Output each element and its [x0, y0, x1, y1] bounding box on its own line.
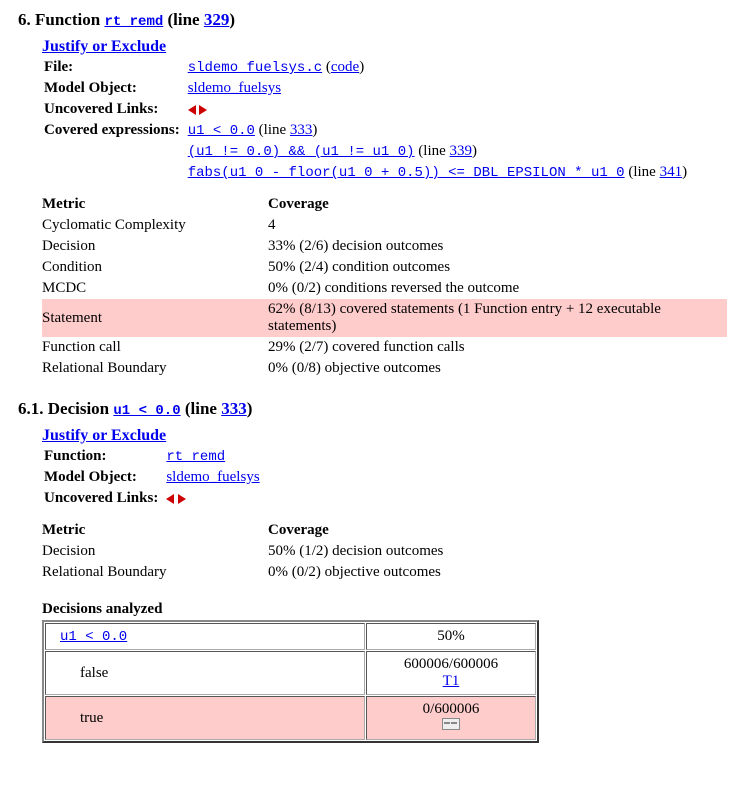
- file-label: File:: [44, 58, 186, 77]
- table-row: MCDC0% (0/2) conditions reversed the out…: [42, 278, 727, 299]
- section61-meta-table: Function: rt_remd Model Object: sldemo_f…: [42, 445, 268, 510]
- table-row: Function call29% (2/7) covered function …: [42, 337, 727, 358]
- dec-cond-link[interactable]: u1 < 0.0: [60, 629, 127, 645]
- section6-metric-table: Metric Coverage Cyclomatic Complexity4 D…: [42, 194, 727, 379]
- dec-false-label: false: [45, 651, 365, 695]
- table-row: Relational Boundary0% (0/2) objective ou…: [42, 562, 449, 583]
- next-arrow-icon[interactable]: [178, 490, 186, 506]
- expr1-link[interactable]: u1 < 0.0: [188, 123, 255, 139]
- prev-arrow-icon[interactable]: [188, 101, 196, 117]
- section6-meta-table: File: sldemo_fuelsys.c (code) Model Obje…: [42, 56, 695, 184]
- metric-header: Metric: [42, 194, 268, 215]
- uncovered-links-label: Uncovered Links:: [44, 100, 186, 119]
- table-row: Condition50% (2/4) condition outcomes: [42, 257, 727, 278]
- prev-arrow-icon[interactable]: [166, 490, 174, 506]
- section6-heading: 6. Function rt_remd (line 329): [18, 10, 727, 30]
- model-object-link-2[interactable]: sldemo_fuelsys: [166, 469, 259, 485]
- coverage-header: Coverage: [268, 194, 727, 215]
- table-row-highlighted: Statement62% (8/13) covered statements (…: [42, 299, 727, 337]
- line-329-link[interactable]: 329: [204, 10, 230, 29]
- metric-header: Metric: [42, 520, 268, 541]
- table-row: Relational Boundary0% (0/8) objective ou…: [42, 358, 727, 379]
- dec-false-count: 600006/600006: [404, 656, 498, 672]
- table-row: Decision50% (1/2) decision outcomes: [42, 541, 449, 562]
- uncovered-links-label-2: Uncovered Links:: [44, 489, 164, 508]
- function-link[interactable]: rt_remd: [166, 449, 225, 465]
- decision-expr-link[interactable]: u1 < 0.0: [113, 403, 180, 419]
- file-link[interactable]: sldemo_fuelsys.c: [188, 60, 322, 76]
- next-arrow-icon[interactable]: [199, 101, 207, 117]
- expr2-link[interactable]: (u1 != 0.0) && (u1 != u1_0): [188, 144, 415, 160]
- dec-true-label: true: [45, 696, 365, 740]
- dec-true-count: 0/600006: [423, 701, 480, 717]
- func-name-link[interactable]: rt_remd: [104, 14, 163, 30]
- table-row: Cyclomatic Complexity4: [42, 215, 727, 236]
- justify-exclude-link[interactable]: Justify or Exclude: [42, 38, 166, 55]
- section61-heading: 6.1. Decision u1 < 0.0 (line 333): [18, 399, 727, 419]
- decisions-analyzed-table: u1 < 0.0 50% false 600006/600006 T1 true…: [42, 620, 539, 743]
- coverage-header: Coverage: [268, 520, 449, 541]
- expand-icon[interactable]: [442, 718, 460, 734]
- decisions-analyzed-label: Decisions analyzed: [42, 601, 727, 618]
- dec-percent: 50%: [366, 623, 536, 650]
- covered-expressions-label: Covered expressions:: [44, 121, 186, 140]
- justify-exclude-link-2[interactable]: Justify or Exclude: [42, 427, 166, 444]
- expr3-line-link[interactable]: 341: [660, 164, 683, 180]
- expr2-line-link[interactable]: 339: [450, 143, 473, 159]
- expr3-link[interactable]: fabs(u1_0 - floor(u1_0 + 0.5)) <= DBL_EP…: [188, 165, 625, 181]
- model-object-link[interactable]: sldemo_fuelsys: [188, 80, 281, 96]
- code-link[interactable]: code: [331, 59, 359, 75]
- expr1-line-link[interactable]: 333: [290, 122, 313, 138]
- t1-link[interactable]: T1: [443, 673, 460, 689]
- function-label: Function:: [44, 447, 164, 466]
- model-object-label-2: Model Object:: [44, 468, 164, 487]
- section61-metric-table: Metric Coverage Decision50% (1/2) decisi…: [42, 520, 449, 583]
- model-object-label: Model Object:: [44, 79, 186, 98]
- table-row: Decision33% (2/6) decision outcomes: [42, 236, 727, 257]
- line-333-link[interactable]: 333: [221, 399, 247, 418]
